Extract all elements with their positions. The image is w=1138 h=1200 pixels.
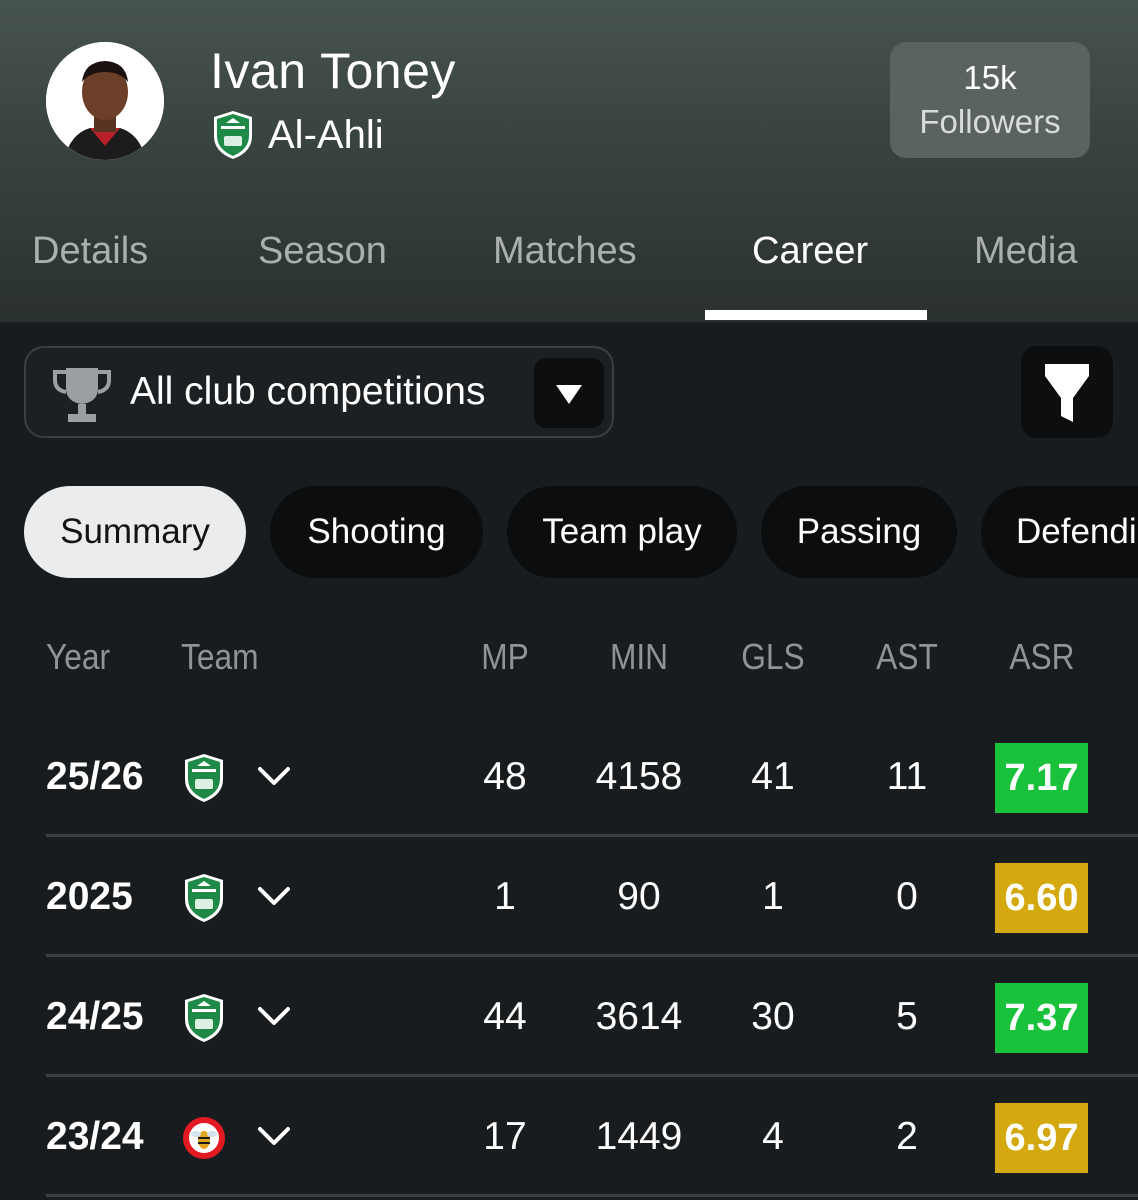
al-ahli-crest-icon	[185, 754, 223, 802]
stat-category-chips: Summary Shooting Team play Passing Defen…	[0, 486, 1138, 578]
chip-shooting[interactable]: Shooting	[270, 486, 483, 578]
table-row[interactable]: 25/26 48 4158 41 11 7.17	[0, 717, 1138, 837]
chip-passing[interactable]: Passing	[761, 486, 957, 578]
al-ahli-crest-icon	[185, 874, 223, 922]
header-gls[interactable]: GLS	[720, 636, 826, 678]
row-ast: 2	[896, 1115, 918, 1158]
caret-down-icon	[556, 385, 582, 404]
header-year[interactable]: Year	[46, 636, 110, 678]
chevron-down-icon[interactable]	[256, 881, 292, 911]
active-tab-indicator	[705, 310, 927, 320]
al-ahli-crest-icon	[185, 994, 223, 1042]
rating-badge: 6.60	[995, 863, 1088, 933]
header-mp[interactable]: MP	[452, 636, 558, 678]
row-min: 3614	[595, 995, 683, 1038]
followers-label: Followers	[919, 103, 1061, 140]
row-ast: 11	[886, 755, 928, 798]
chevron-down-icon[interactable]	[256, 1121, 292, 1151]
followers-count: 15k	[963, 59, 1017, 96]
tab-matches[interactable]: Matches	[493, 230, 637, 273]
row-min: 90	[617, 875, 661, 918]
header-min[interactable]: MIN	[586, 636, 692, 678]
dropdown-toggle[interactable]	[534, 358, 604, 428]
career-table-header: Year Team MP MIN GLS AST ASR	[0, 636, 1138, 686]
followers-badge[interactable]: 15k Followers	[890, 42, 1090, 158]
row-mp: 44	[483, 995, 527, 1038]
club-link[interactable]: Al-Ahli	[212, 110, 384, 160]
row-min: 1449	[595, 1115, 683, 1158]
profile-tabs: Details Season Matches Career Media	[0, 210, 1138, 322]
row-year: 23/24	[46, 1115, 144, 1158]
chevron-down-icon[interactable]	[256, 761, 292, 791]
tab-season[interactable]: Season	[258, 230, 387, 273]
row-ast: 0	[896, 875, 918, 918]
row-gls: 41	[751, 755, 795, 798]
row-mp: 17	[483, 1115, 527, 1158]
header-asr[interactable]: ASR	[989, 636, 1095, 678]
table-row[interactable]: 24/25 44 3614 30 5 7.37	[0, 957, 1138, 1077]
trophy-icon	[53, 368, 111, 422]
player-photo	[46, 42, 164, 160]
player-avatar[interactable]	[46, 42, 164, 160]
brentford-crest-icon	[183, 1117, 225, 1159]
header-team[interactable]: Team	[181, 636, 258, 678]
row-year: 2025	[46, 875, 133, 918]
table-row[interactable]: 23/24 17 1449 4 2 6.97	[0, 1077, 1138, 1197]
al-ahli-crest-icon	[214, 111, 252, 159]
row-divider	[46, 1194, 1138, 1197]
chevron-down-icon[interactable]	[256, 1001, 292, 1031]
row-ast: 5	[896, 995, 918, 1038]
row-gls: 30	[751, 995, 795, 1038]
rating-badge: 7.37	[995, 983, 1088, 1053]
tab-media[interactable]: Media	[974, 230, 1078, 273]
row-gls: 1	[762, 875, 784, 918]
tab-career[interactable]: Career	[752, 230, 868, 273]
row-year: 24/25	[46, 995, 144, 1038]
player-name: Ivan Toney	[210, 43, 456, 99]
rating-badge: 6.97	[995, 1103, 1088, 1173]
row-mp: 48	[483, 755, 527, 798]
filter-button[interactable]	[1021, 346, 1113, 438]
competition-dropdown[interactable]: All club competitions	[24, 346, 614, 438]
chip-team-play[interactable]: Team play	[507, 486, 737, 578]
row-min: 4158	[595, 755, 683, 798]
row-year: 25/26	[46, 755, 144, 798]
row-gls: 4	[762, 1115, 784, 1158]
row-mp: 1	[494, 875, 516, 918]
competition-selected: All club competitions	[130, 370, 486, 413]
club-name: Al-Ahli	[268, 112, 384, 157]
player-header: Ivan Toney Al-Ahli 15k Followers Details…	[0, 0, 1138, 322]
header-ast[interactable]: AST	[854, 636, 960, 678]
funnel-icon	[1045, 364, 1089, 422]
tab-details[interactable]: Details	[32, 230, 148, 273]
rating-badge: 7.17	[995, 743, 1088, 813]
table-row[interactable]: 2025 1 90 1 0 6.60	[0, 837, 1138, 957]
chip-summary[interactable]: Summary	[24, 486, 246, 578]
chip-defending[interactable]: Defendi	[981, 486, 1138, 578]
